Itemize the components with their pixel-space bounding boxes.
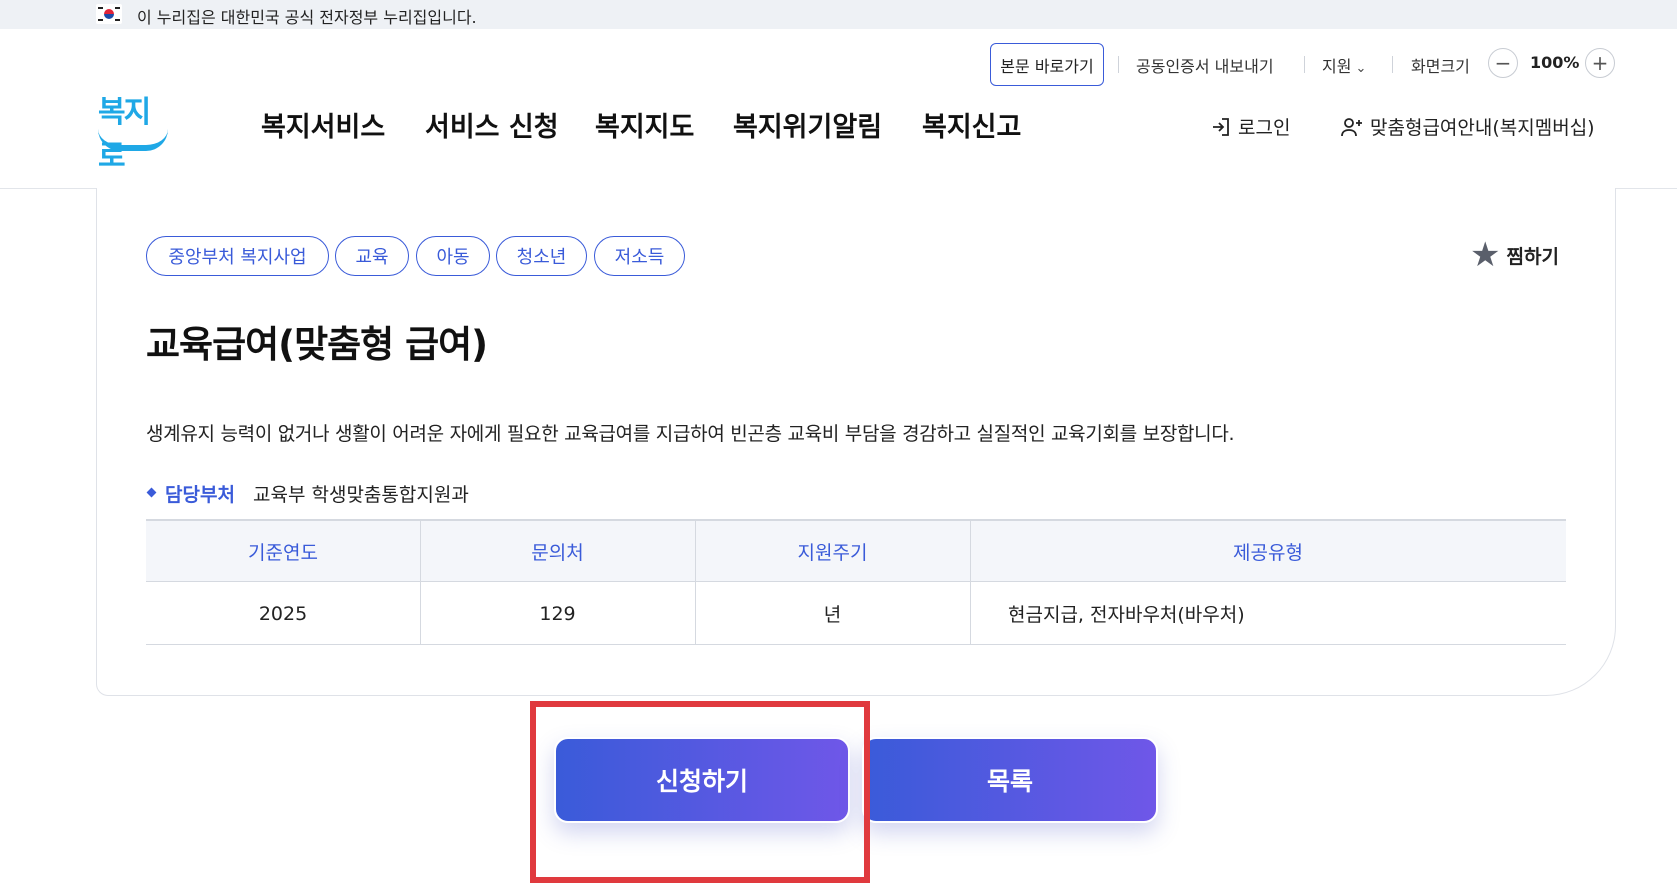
gnb-item-welfare-services[interactable]: 복지서비스	[261, 105, 385, 144]
bookmark-label: 찜하기	[1506, 245, 1559, 268]
tag-youth[interactable]: 청소년	[496, 236, 587, 276]
login-icon	[1213, 117, 1229, 136]
site-header: 본문 바로가기 공동인증서 내보내기 지원 ⌄ 화면크기 − 100% + 복지로…	[0, 29, 1677, 189]
service-description: 생계유지 능력이 없거나 생활이 어려운 자에게 필요한 교육급여를 지급하여 …	[146, 423, 1235, 445]
table-cell-year: 2025	[258, 602, 308, 625]
gnb-item-service-apply[interactable]: 서비스 신청	[425, 105, 559, 144]
login-label: 로그인	[1238, 117, 1291, 139]
zoom-value: 100%	[1530, 53, 1580, 72]
skip-to-content-button[interactable]: 본문 바로가기	[990, 43, 1104, 86]
star-icon: ★	[1470, 235, 1501, 275]
page-title: 교육급여(맞춤형 급여)	[146, 323, 488, 366]
zoom-out-button[interactable]: −	[1488, 48, 1518, 78]
table-header-contact: 문의처	[531, 542, 584, 564]
table-cell-contact: 129	[539, 602, 576, 625]
tag-low-income[interactable]: 저소득	[594, 236, 685, 276]
table-header-cycle: 지원주기	[797, 542, 868, 564]
list-button[interactable]: 목록	[862, 737, 1158, 823]
table-divider	[420, 521, 421, 645]
zoom-in-button[interactable]: +	[1585, 48, 1615, 78]
service-info-table: 기준연도 문의처 지원주기 제공유형 2025 129 년 현금지급, 전자바우…	[146, 519, 1566, 645]
table-cell-cycle: 년	[823, 604, 842, 626]
table-divider	[970, 521, 971, 645]
gnb-item-welfare-report[interactable]: 복지신고	[922, 105, 1021, 144]
gnb-item-crisis-alert[interactable]: 복지위기알림	[733, 105, 882, 144]
divider	[1392, 56, 1393, 73]
divider	[1118, 56, 1119, 73]
tag-central-ministry[interactable]: 중앙부처 복지사업	[146, 236, 329, 276]
divider	[1304, 56, 1305, 73]
screen-size-label: 화면크기	[1411, 57, 1470, 76]
dept-label: 담당부처	[165, 484, 235, 506]
table-header-year: 기준연도	[248, 542, 318, 564]
dept-value: 교육부 학생맞춤통합지원과	[253, 484, 469, 506]
gnb-item-welfare-map[interactable]: 복지지도	[595, 105, 694, 144]
korea-flag-icon	[96, 4, 122, 24]
tag-children[interactable]: 아동	[416, 236, 490, 276]
table-header-type: 제공유형	[1233, 542, 1303, 564]
support-menu[interactable]: 지원 ⌄	[1322, 53, 1366, 77]
membership-label: 맞춤형급여안내(복지멤버십)	[1370, 117, 1595, 139]
highlight-box	[530, 701, 870, 883]
chevron-down-icon: ⌄	[1355, 61, 1367, 76]
user-add-icon	[1341, 117, 1362, 136]
tag-education[interactable]: 교육	[335, 236, 409, 276]
membership-link[interactable]: 맞춤형급여안내(복지멤버십)	[1340, 113, 1595, 140]
site-logo[interactable]: 복지로	[96, 85, 172, 174]
table-cell-type: 현금지급, 전자바우처(바우처)	[1008, 604, 1245, 626]
gov-banner-text: 이 누리집은 대한민국 공식 전자정부 누리집입니다.	[137, 8, 477, 27]
login-link[interactable]: 로그인	[1210, 113, 1290, 140]
support-label: 지원	[1322, 57, 1352, 76]
table-divider	[695, 521, 696, 645]
cert-export-link[interactable]: 공동인증서 내보내기	[1136, 53, 1274, 77]
plus-icon: +	[1591, 51, 1609, 75]
bookmark-button[interactable]: ★ 찜하기	[1470, 238, 1559, 272]
minus-icon: −	[1494, 51, 1512, 75]
logo-swoosh-icon	[98, 129, 168, 151]
gov-banner: 이 누리집은 대한민국 공식 전자정부 누리집입니다.	[0, 0, 1677, 29]
